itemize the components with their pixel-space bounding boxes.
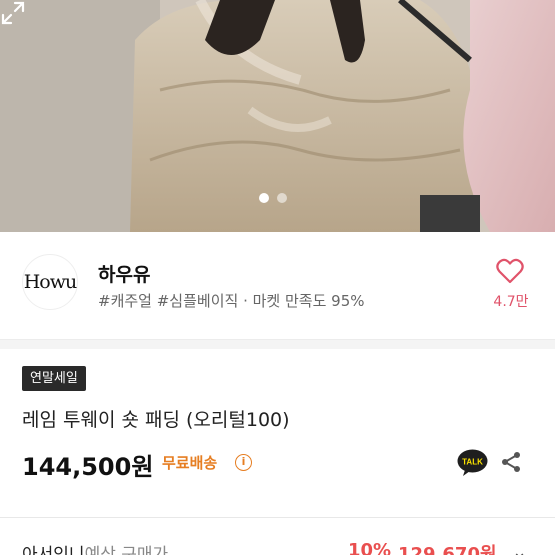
product-price: 144,500원 [22, 453, 154, 481]
product-image-carousel[interactable] [0, 0, 555, 232]
sale-badge: 연말세일 [22, 366, 86, 391]
shop-tags: #캐주얼 #심플베이직 · 마켓 만족도 95% [98, 292, 365, 310]
shop-logo[interactable]: Howu [22, 254, 78, 310]
share-icon[interactable] [499, 450, 523, 474]
product-title: 레임 투웨이 숏 패딩 (오리털100) [22, 409, 290, 431]
svg-text:TALK: TALK [462, 458, 483, 467]
expand-icon[interactable] [0, 0, 26, 26]
shop-info-row[interactable] [0, 232, 555, 335]
expected-price-muted: 예상 구매가 [84, 545, 169, 555]
chevron-down-icon[interactable]: ⌄ [512, 542, 527, 555]
carousel-indicator [259, 193, 287, 203]
kakaotalk-share-icon[interactable]: TALK [457, 449, 488, 476]
carousel-dot-active[interactable] [259, 193, 269, 203]
discount-rate: 10% [348, 540, 392, 555]
info-icon[interactable]: i [235, 454, 252, 471]
final-price: 129,670원 [398, 544, 497, 555]
expected-price-label: 아서인니예상 구매가 [22, 540, 168, 555]
expected-price-prefix: 아서인니 [22, 545, 85, 555]
free-shipping-label: 무료배송 [162, 454, 218, 472]
section-divider [0, 339, 555, 349]
carousel-dot[interactable] [277, 193, 287, 203]
heart-icon[interactable] [496, 258, 524, 284]
section-divider [0, 517, 555, 518]
like-count: 4.7만 [493, 294, 529, 310]
expected-price-row[interactable]: 아서인니예상 구매가 10% 129,670원 ⌄ [0, 540, 555, 555]
shop-name[interactable]: 하우유 [98, 260, 150, 287]
